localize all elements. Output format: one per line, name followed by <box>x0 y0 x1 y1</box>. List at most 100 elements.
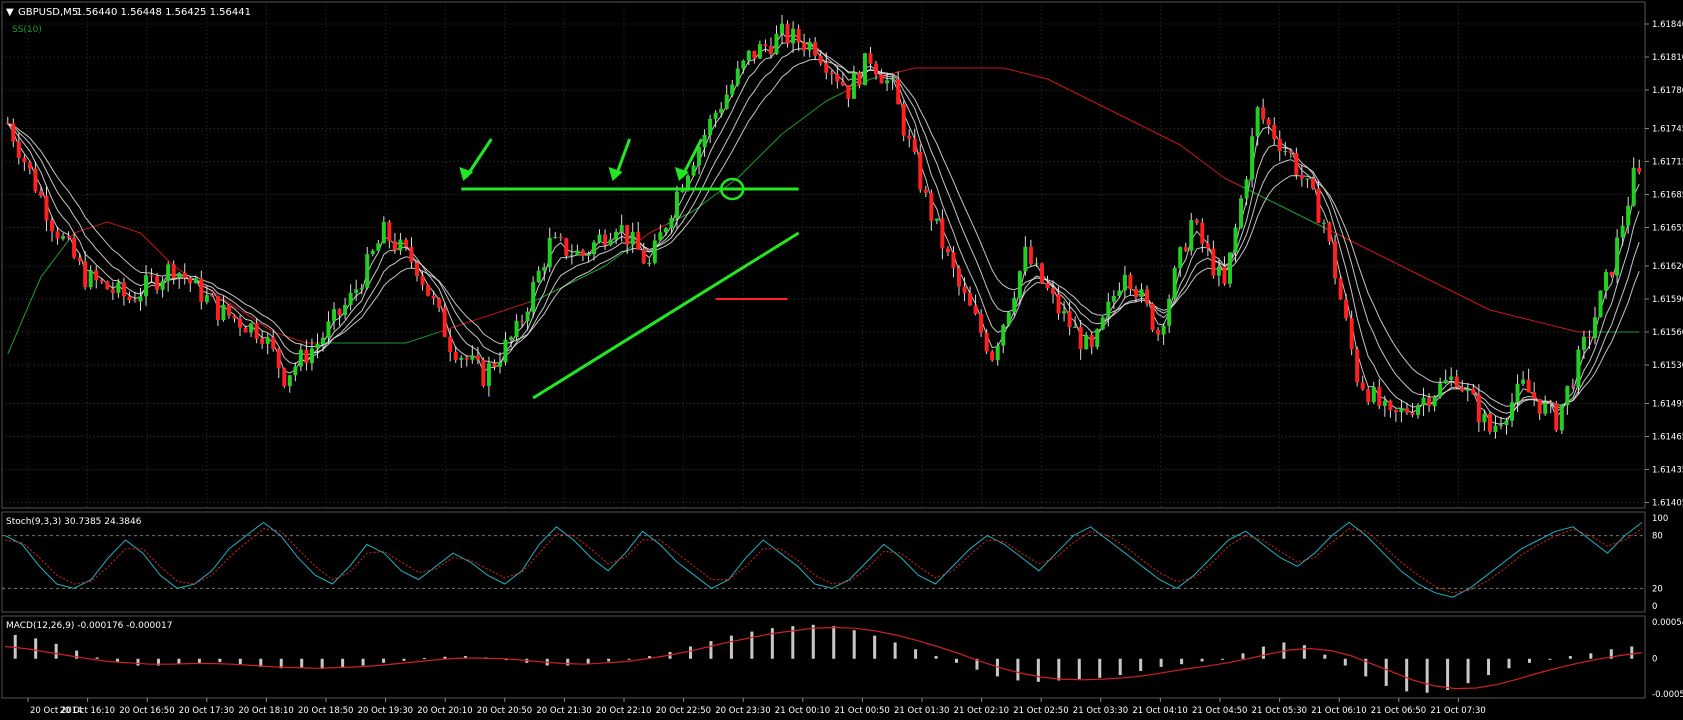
bull-candle <box>265 337 270 344</box>
bear-candle <box>818 55 823 64</box>
price-tick-label: 1.61590 <box>1652 295 1683 305</box>
bear-candle <box>1349 318 1354 350</box>
bull-candle <box>332 309 337 322</box>
bull-candle <box>791 28 796 44</box>
bear-candle <box>33 168 38 192</box>
price-tick-label: 1.61685 <box>1652 191 1683 201</box>
bear-candle <box>1272 125 1277 140</box>
bear-candle <box>1487 414 1492 432</box>
bull-candle <box>497 362 502 367</box>
bull-candle <box>514 320 519 338</box>
macd-bar <box>607 658 611 662</box>
bear-candle <box>1200 222 1205 244</box>
macd-bar <box>750 631 754 659</box>
bear-candle <box>1410 412 1415 415</box>
time-tick-label: 21 Oct 02:50 <box>1013 706 1068 716</box>
bear-candle <box>210 295 215 297</box>
bear-candle <box>149 275 154 277</box>
bear-candle <box>11 123 16 142</box>
time-tick-label: 21 Oct 06:10 <box>1311 706 1366 716</box>
macd-bar <box>1466 658 1470 684</box>
bull-candle <box>293 366 298 376</box>
bear-candle <box>1327 222 1332 242</box>
bull-candle <box>1034 263 1039 265</box>
bear-candle <box>1393 409 1398 413</box>
bear-candle <box>38 191 43 196</box>
bull-candle <box>531 282 536 312</box>
price-tick-label: 1.61495 <box>1652 400 1683 410</box>
macd-bar <box>1527 658 1531 663</box>
time-tick-label: 20 Oct 18:50 <box>298 706 353 716</box>
bear-candle <box>83 261 88 288</box>
bull-candle <box>1498 425 1503 427</box>
bull-candle <box>658 232 663 241</box>
bear-candle <box>276 348 281 369</box>
bull-candle <box>1598 290 1603 318</box>
bear-candle <box>929 192 934 221</box>
bull-candle <box>1006 312 1011 325</box>
bear-candle <box>1360 382 1365 390</box>
bear-candle <box>641 249 646 264</box>
bear-candle <box>1609 271 1614 276</box>
bear-candle <box>1039 263 1044 283</box>
bull-candle <box>724 94 729 109</box>
bear-candle <box>94 270 99 281</box>
macd-bar <box>361 658 365 666</box>
time-tick-label: 20 Oct 20:50 <box>477 706 532 716</box>
time-tick-label: 21 Oct 06:50 <box>1371 706 1426 716</box>
bull-candle <box>315 344 320 349</box>
bear-candle <box>448 336 453 353</box>
bull-candle <box>995 345 1000 361</box>
macd-bar <box>341 658 345 668</box>
bull-candle <box>630 232 635 245</box>
bear-candle <box>415 262 420 277</box>
price-tick-label: 1.61435 <box>1652 466 1683 476</box>
bull-candle <box>591 242 596 255</box>
bull-candle <box>1216 266 1221 276</box>
bull-candle <box>669 218 674 229</box>
macd-bar <box>1159 658 1163 667</box>
bull-candle <box>1482 414 1487 423</box>
macd-bar <box>320 658 324 669</box>
trading-chart[interactable]: 1.61840 1.61810 1.61780 1.61745 1.61715 1.616… <box>0 0 1683 720</box>
bull-candle <box>1510 402 1515 421</box>
bear-candle <box>1537 398 1542 414</box>
bear-candle <box>492 363 497 367</box>
time-tick-label: 20 Oct 16:10 <box>60 706 115 716</box>
stochastic-label: Stoch(9,3,3) 30.7385 24.3846 <box>6 517 142 527</box>
macd-bar <box>1302 645 1306 659</box>
macd-bar <box>1036 658 1040 682</box>
macd-bar <box>1487 658 1491 676</box>
bear-candle <box>437 298 442 308</box>
bull-candle <box>652 240 657 263</box>
bull-candle <box>1631 167 1636 206</box>
macd-bar <box>1118 658 1122 676</box>
bull-candle <box>525 311 530 322</box>
bull-candle <box>1322 222 1327 224</box>
bear-candle <box>1570 385 1575 387</box>
time-tick-label: 20 Oct 22:10 <box>596 706 651 716</box>
bear-candle <box>1476 394 1481 423</box>
bull-candle <box>885 80 890 84</box>
bear-candle <box>66 236 71 238</box>
bull-candle <box>486 363 491 387</box>
time-tick-label: 20 Oct 16:50 <box>119 706 174 716</box>
bull-candle <box>1073 327 1078 329</box>
bear-candle <box>990 351 995 361</box>
bear-candle <box>232 315 237 319</box>
bull-candle <box>730 84 735 95</box>
bear-candle <box>912 138 917 153</box>
macd-bar <box>893 642 897 659</box>
price-tick-label: 1.61840 <box>1652 20 1683 30</box>
bull-candle <box>1305 178 1310 180</box>
bear-candle <box>1471 388 1476 395</box>
bear-candle <box>110 289 115 293</box>
price-tick-label: 1.61780 <box>1652 86 1683 96</box>
bear-candle <box>829 72 834 75</box>
bull-candle <box>708 118 713 135</box>
bear-candle <box>973 305 978 315</box>
bear-candle <box>426 284 431 296</box>
bull-candle <box>741 60 746 69</box>
bull-candle <box>1250 136 1255 180</box>
bear-candle <box>1299 174 1304 179</box>
